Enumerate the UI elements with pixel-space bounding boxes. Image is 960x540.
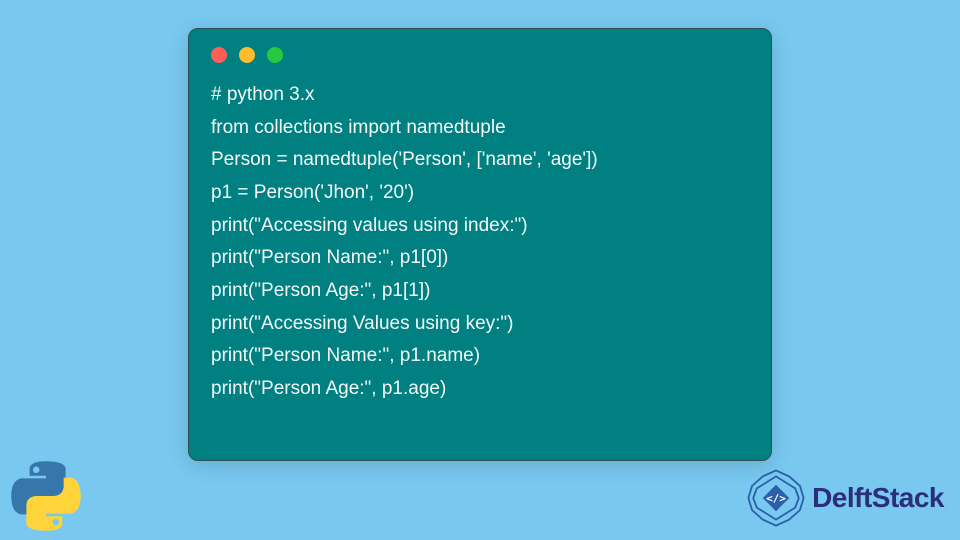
python-logo-icon — [10, 460, 82, 532]
delftstack-brand: </> DelftStack — [746, 468, 944, 528]
code-window: # python 3.x from collections import nam… — [188, 28, 772, 461]
code-block: # python 3.x from collections import nam… — [189, 71, 771, 426]
maximize-dot-icon — [267, 47, 283, 63]
minimize-dot-icon — [239, 47, 255, 63]
brand-name: DelftStack — [812, 482, 944, 514]
svg-text:</>: </> — [766, 492, 786, 505]
delftstack-badge-icon: </> — [746, 468, 806, 528]
close-dot-icon — [211, 47, 227, 63]
window-controls — [189, 29, 771, 71]
